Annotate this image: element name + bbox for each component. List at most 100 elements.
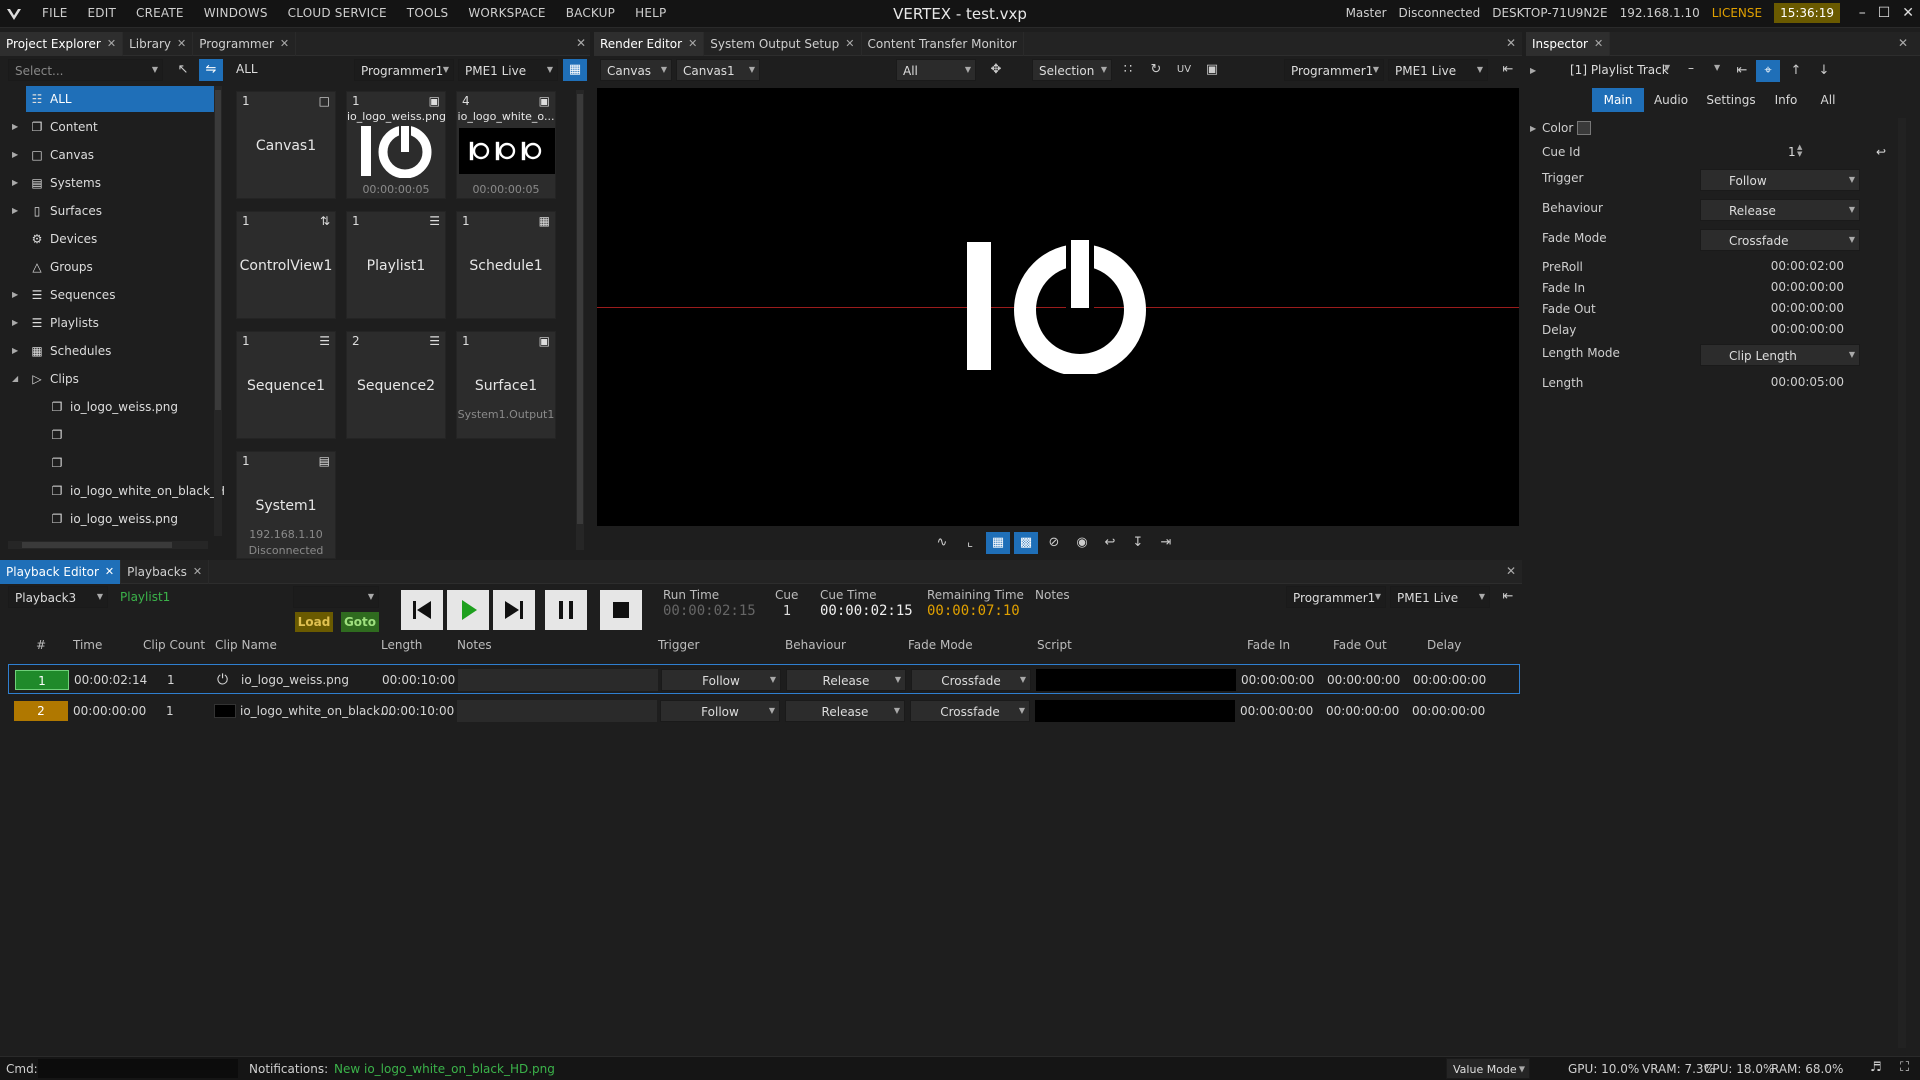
col-fade-out[interactable]: Fade Out — [1333, 638, 1387, 652]
menu-windows[interactable]: WINDOWS — [194, 0, 278, 28]
expand-arrow-icon[interactable]: ▶ — [12, 338, 18, 364]
table-row[interactable]: 1 00:00:02:14 1 ⏻ io_logo_weiss.png 00:0… — [8, 664, 1520, 694]
expand-arrow-icon[interactable]: ▶ — [1530, 124, 1536, 133]
grid-view-icon[interactable]: ▦ — [563, 59, 587, 81]
tile-sequence1[interactable]: 1 ☰ Sequence1 — [236, 331, 336, 439]
pin-icon[interactable]: ⇤ — [1730, 60, 1754, 82]
cmd-input[interactable] — [38, 1059, 238, 1078]
row-notes-field[interactable] — [457, 700, 657, 722]
tile-canvas1[interactable]: 1 □ Canvas1 — [236, 91, 336, 199]
tab-library[interactable]: Library ✕ — [123, 32, 194, 56]
target-icon[interactable]: ⌖ — [1756, 60, 1780, 82]
skip-forward-button[interactable] — [493, 590, 535, 630]
col-notes[interactable]: Notes — [457, 638, 492, 652]
row-behaviour-select[interactable]: Release ▼ — [786, 669, 906, 691]
tab-render-editor[interactable]: Render Editor ✕ — [594, 32, 705, 56]
playback-select[interactable]: Playback3 ▼ — [8, 586, 108, 608]
chevron-down-icon[interactable]: ▼ — [1714, 63, 1720, 72]
close-icon[interactable]: ✕ — [845, 32, 854, 56]
subtab-settings[interactable]: Settings — [1698, 88, 1764, 112]
playback-live-select[interactable]: PME1 Live ▼ — [1390, 586, 1490, 608]
render-live-select[interactable]: PME1 Live ▼ — [1388, 59, 1488, 81]
no-mask-icon[interactable]: ⊘ — [1042, 532, 1066, 554]
col-time[interactable]: Time — [73, 638, 102, 652]
uv-icon[interactable]: UV — [1172, 59, 1196, 81]
vertex-logo-icon[interactable] — [6, 6, 22, 22]
spinner-icon[interactable]: ▲ ▼ — [1797, 144, 1802, 158]
close-icon[interactable]: ✕ — [105, 560, 114, 584]
close-icon[interactable]: ✕ — [177, 32, 186, 56]
license-link[interactable]: LICENSE — [1712, 0, 1762, 28]
menu-edit[interactable]: EDIT — [78, 0, 127, 28]
live-select[interactable]: PME1 Live ▼ — [458, 59, 558, 81]
menu-help[interactable]: HELP — [625, 0, 676, 28]
row-fade-mode-select[interactable]: Crossfade ▼ — [910, 700, 1030, 722]
col-number[interactable]: # — [36, 638, 46, 652]
row-behaviour-select[interactable]: Release ▼ — [785, 700, 905, 722]
goto-cue-select[interactable]: ▼ — [293, 586, 379, 608]
trigger-select[interactable]: Follow ▼ — [1700, 169, 1860, 191]
frame-icon[interactable]: ▣ — [1200, 59, 1224, 81]
col-length[interactable]: Length — [381, 638, 422, 652]
points-icon[interactable]: ∷ — [1116, 59, 1140, 81]
menu-workspace[interactable]: WORKSPACE — [458, 0, 555, 28]
tile-surface1[interactable]: 1 ▣ Surface1 System1.Output1 — [456, 331, 556, 439]
goto-button[interactable]: Goto — [341, 612, 379, 632]
expand-arrow-icon[interactable]: ▶ — [12, 142, 18, 168]
close-icon[interactable]: ✕ — [1898, 36, 1912, 50]
grid-icon[interactable]: ▦ — [986, 532, 1010, 554]
camera-move-icon[interactable]: ▩ — [1014, 532, 1038, 554]
inspector-scrollbar[interactable] — [1898, 118, 1906, 1048]
tile-schedule1[interactable]: 1 ▦ Schedule1 — [456, 211, 556, 319]
pause-button[interactable] — [545, 590, 587, 630]
chevron-down-icon[interactable]: ▼ — [1664, 63, 1670, 72]
cue-id-value[interactable]: 1 — [1788, 145, 1796, 159]
close-icon[interactable]: ✕ — [280, 32, 289, 56]
behaviour-select[interactable]: Release ▼ — [1700, 199, 1860, 221]
render-filter-select[interactable]: All ▼ — [896, 59, 976, 81]
waveform-icon[interactable]: ∿ — [930, 532, 954, 554]
row-fade-mode-select[interactable]: Crossfade ▼ — [911, 669, 1031, 691]
reset-icon[interactable]: ↩ — [1876, 145, 1886, 159]
menu-tools[interactable]: TOOLS — [397, 0, 459, 28]
canvas-select[interactable]: Canvas1 ▼ — [676, 59, 760, 81]
col-script[interactable]: Script — [1037, 638, 1072, 652]
corner-icon[interactable]: ⌞ — [958, 532, 982, 554]
expand-arrow-icon[interactable]: ▶ — [12, 310, 18, 336]
expand-arrow-icon[interactable]: ▶ — [12, 198, 18, 224]
render-programmer-select[interactable]: Programmer1 ▼ — [1284, 59, 1384, 81]
row-trigger-select[interactable]: Follow ▼ — [661, 669, 781, 691]
col-fade-mode[interactable]: Fade Mode — [908, 638, 973, 652]
row-trigger-select[interactable]: Follow ▼ — [660, 700, 780, 722]
tile-controlview1[interactable]: 1 ⇅ ControlView1 — [236, 211, 336, 319]
delay-value[interactable]: 00:00:00:00 — [1771, 322, 1844, 336]
subtab-info[interactable]: Info — [1764, 88, 1808, 112]
fade-mode-select[interactable]: Crossfade ▼ — [1700, 229, 1860, 251]
close-icon[interactable]: ✕ — [1902, 0, 1914, 26]
align-vertical-icon[interactable]: ↧ — [1126, 532, 1150, 554]
menu-cloud-service[interactable]: CLOUD SERVICE — [278, 0, 397, 28]
menu-backup[interactable]: BACKUP — [556, 0, 625, 28]
col-clip-name[interactable]: Clip Name — [215, 638, 277, 652]
tree-item-all[interactable]: ☷ ALL — [26, 86, 216, 112]
stop-button[interactable] — [600, 590, 642, 630]
move-icon[interactable]: ✥ — [984, 59, 1008, 81]
expand-arrow-icon[interactable]: ▶ — [12, 170, 18, 196]
subtab-all[interactable]: All — [1808, 88, 1848, 112]
tile-io-logo-weiss[interactable]: 1 ▣ io_logo_weiss.png 00:00:00:05 — [346, 91, 446, 199]
length-value[interactable]: 00:00:05:00 — [1771, 375, 1844, 389]
volume-icon[interactable]: ♬ — [1870, 1060, 1882, 1075]
explorer-filter-select[interactable]: Select... ▼ — [8, 59, 163, 81]
expand-arrow-icon[interactable]: ▶ — [1530, 66, 1536, 75]
transform-icon[interactable]: ↻ — [1144, 59, 1168, 81]
tile-sequence2[interactable]: 2 ☰ Sequence2 — [346, 331, 446, 439]
link-selection-icon[interactable]: ⇋ — [199, 59, 223, 81]
length-mode-select[interactable]: Clip Length ▼ — [1700, 344, 1860, 366]
pin-icon[interactable]: ⇤ — [1496, 59, 1520, 81]
close-icon[interactable]: ✕ — [107, 32, 116, 56]
close-icon[interactable]: ✕ — [1506, 564, 1912, 578]
collapse-arrow-icon[interactable]: ◢ — [12, 366, 18, 392]
render-mode-select[interactable]: Canvas ▼ — [600, 59, 672, 81]
fade-in-value[interactable]: 00:00:00:00 — [1771, 280, 1844, 294]
tile-system1[interactable]: 1 ▤ System1 192.168.1.10 Disconnected — [236, 451, 336, 559]
